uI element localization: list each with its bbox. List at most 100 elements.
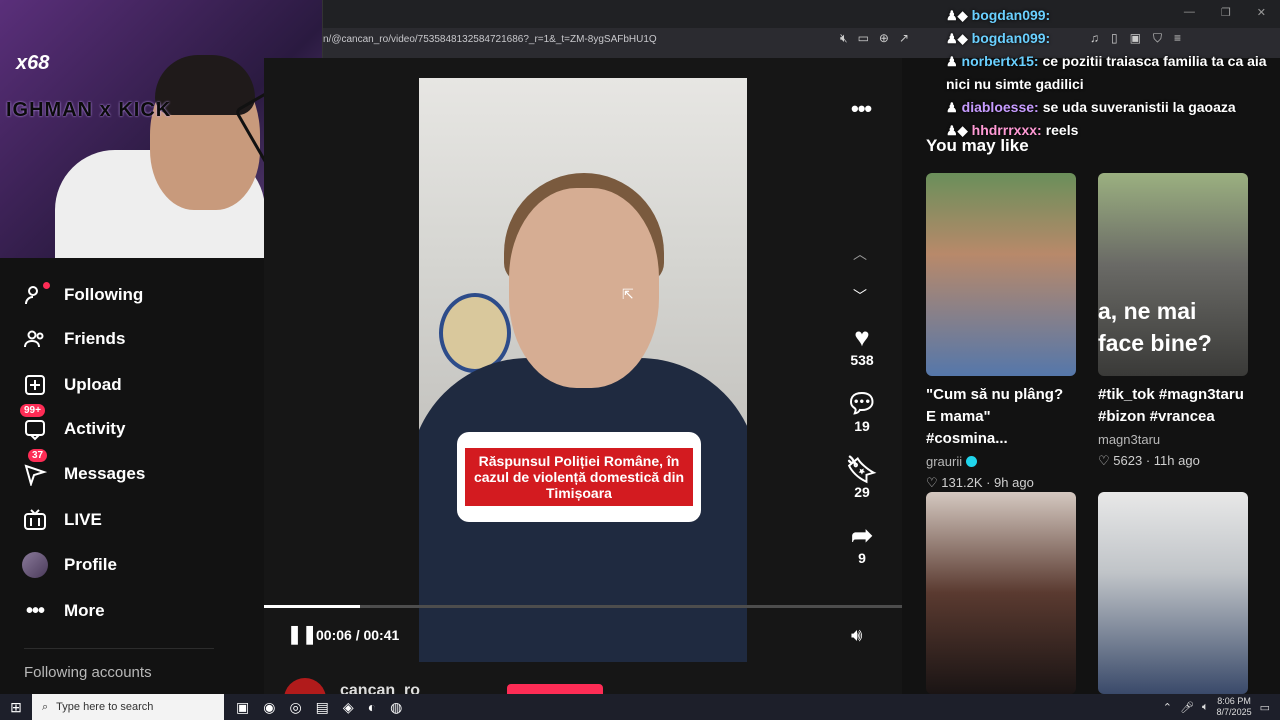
following-accounts-heading: Following accounts [24, 664, 152, 681]
notification-dot [43, 282, 50, 289]
notifications-icon[interactable]: ▭ [1260, 701, 1270, 714]
start-icon[interactable]: ⊞ [0, 699, 32, 716]
sidebar-item-label: LIVE [64, 510, 102, 529]
sidebar-item-profile[interactable]: Profile [22, 552, 117, 578]
suggestion-stats: ♡ 5623 · 11h ago [1098, 453, 1200, 468]
sidebar-item-label: Activity [64, 419, 126, 438]
progress-bar[interactable] [264, 605, 902, 608]
more-options-icon[interactable]: ••• [851, 96, 872, 122]
sidebar-item-label: Messages [64, 464, 146, 483]
suggestion-likes: 131.2K [941, 475, 983, 490]
chat-username: hhdrrrxxx: [971, 122, 1042, 138]
sidebar-item-friends[interactable]: Friends [22, 326, 125, 352]
sidebar-item-following[interactable]: Following [22, 282, 143, 308]
comment-icon: 💬︎ [845, 388, 879, 418]
sidebar-item-messages[interactable]: 37 Messages [22, 449, 146, 487]
chat-username: diabloesse: [961, 99, 1039, 115]
video-frame[interactable]: Răspunsul Poliției Române, în cazul de v… [419, 78, 747, 662]
suggestion-thumbnail: a, ne mai face bine? [1098, 173, 1248, 376]
pause-button[interactable]: ❚❚ [287, 624, 317, 645]
edge-icon[interactable]: ◎ [289, 699, 301, 716]
save-button[interactable]: 🔖︎ 29 [842, 454, 882, 500]
discord-icon[interactable]: ◍ [390, 699, 402, 716]
share-count: 9 [858, 550, 866, 566]
suggestion-thumbnail [926, 173, 1076, 376]
sidebar: Following Friends Upload 99+ Activity 37… [0, 258, 264, 694]
sidebar-item-live[interactable]: LIVE [22, 507, 102, 533]
playback-time: 00:06 / 00:41 [316, 627, 400, 643]
sidebar-item-label: More [64, 601, 105, 620]
progress-fill [264, 605, 360, 608]
taskbar-apps: ▣ ◉ ◎ ▤ ◈ ◐ ◍ [236, 699, 402, 716]
share-button[interactable]: ➦ 9 [842, 520, 882, 566]
comment-button[interactable]: 💬︎ 19 [842, 388, 882, 434]
suggestion-title: #tik_tok #magn3taru #bizon #vrancea [1098, 386, 1244, 425]
follow-button[interactable] [507, 684, 603, 694]
suggestion-card[interactable]: a, ne mai face bine? #tik_tok #magn3taru… [1098, 173, 1248, 469]
like-button[interactable]: ♥ 538 [842, 322, 882, 368]
tray-arrow-icon[interactable]: ⌃ [1163, 701, 1172, 714]
suggestion-likes: 5623 [1113, 453, 1143, 468]
badge-icon: ♟◆ [946, 123, 968, 138]
chat-username: bogdan099: [971, 30, 1051, 46]
chat-message: ♟ norbertx15: ce pozitii traiasca famili… [946, 50, 1276, 96]
video-caption: Răspunsul Poliției Române, în cazul de v… [465, 448, 693, 506]
bookmark-icon: 🔖︎ [845, 454, 879, 484]
badge-icon: ♟◆ [946, 8, 968, 23]
comment-count: 19 [854, 418, 870, 434]
suggestion-stats: ♡ 131.2K · 9h ago [926, 475, 1034, 490]
more-icon: ••• [25, 599, 45, 622]
sidebar-item-activity[interactable]: 99+ Activity [20, 404, 126, 442]
author-avatar[interactable] [284, 678, 326, 694]
thumbnail-text: a, ne mai face bine? [1098, 298, 1212, 356]
search-icon: ⌕ [42, 700, 49, 713]
save-count: 29 [854, 484, 870, 500]
next-video-icon[interactable]: ﹀ [853, 286, 867, 306]
mic-icon[interactable]: 🎤︎ [1180, 701, 1194, 714]
sidebar-item-label: Profile [64, 555, 117, 574]
chat-message: ♟◆ bogdan099: [946, 27, 1276, 50]
sidebar-item-upload[interactable]: Upload [22, 372, 122, 398]
sidebar-item-more[interactable]: ••• More [22, 598, 105, 624]
browser-icon[interactable]: ◈ [343, 699, 354, 716]
heart-outline-icon: ♡ [1098, 453, 1110, 468]
windows-taskbar: ⊞ ⌕ Type here to search ▣ ◉ ◎ ▤ ◈ ◐ ◍ ⌃ … [0, 694, 1280, 720]
share-arrow-icon: ➦ [851, 520, 873, 550]
task-view-icon[interactable]: ▣ [236, 699, 249, 716]
chat-message: ♟◆ hhdrrrxxx: reels [946, 119, 1276, 142]
author-row: cancan_ro [280, 678, 900, 694]
author-name[interactable]: cancan_ro [340, 682, 420, 694]
share-icon[interactable]: ↗ [899, 31, 909, 46]
activity-badge: 99+ [20, 404, 45, 417]
live-icon [22, 507, 48, 533]
suggestion-card[interactable] [1098, 492, 1248, 694]
chat-message: ♟◆ bogdan099: [946, 4, 1276, 27]
screen-icon[interactable]: ▭ [858, 31, 869, 46]
explorer-icon[interactable]: ▤ [316, 699, 329, 716]
upload-icon [22, 372, 48, 398]
previous-video-icon[interactable]: ︿ [853, 244, 867, 264]
clock[interactable]: 8:06 PM 8/7/2025 [1217, 696, 1252, 718]
steam-icon[interactable]: ◐ [368, 699, 376, 716]
suggestion-card[interactable] [926, 492, 1076, 694]
mute-icon[interactable]: 🔇︎ [840, 31, 848, 46]
suggestion-card[interactable]: "Cum să nu plâng? E mama" #cosmina... gr… [926, 173, 1076, 491]
speaker-icon[interactable]: 🔈︎ [1202, 701, 1209, 714]
volume-icon[interactable]: 🔊︎ [851, 625, 862, 646]
verified-icon [966, 456, 978, 467]
suggestion-thumbnail [1098, 492, 1248, 694]
badge-icon: ♟ [946, 54, 958, 69]
zoom-icon[interactable]: ⊕ [879, 31, 889, 46]
chat-text: reels [1045, 122, 1079, 138]
suggestion-age: 9h ago [994, 475, 1034, 490]
search-placeholder: Type here to search [56, 701, 154, 713]
copilot-icon[interactable]: ◉ [263, 699, 275, 716]
video-caption-box: Răspunsul Poliției Române, în cazul de v… [457, 432, 701, 522]
clock-time: 8:06 PM [1217, 696, 1251, 706]
suggestion-username: graurii [926, 454, 963, 469]
sidebar-divider [24, 648, 214, 649]
sidebar-item-label: Friends [64, 329, 126, 348]
taskbar-search[interactable]: ⌕ Type here to search [32, 694, 224, 720]
sidebar-item-label: Following [64, 285, 144, 304]
chat-text: se uda suveranistii la gaoaza [1042, 99, 1236, 115]
